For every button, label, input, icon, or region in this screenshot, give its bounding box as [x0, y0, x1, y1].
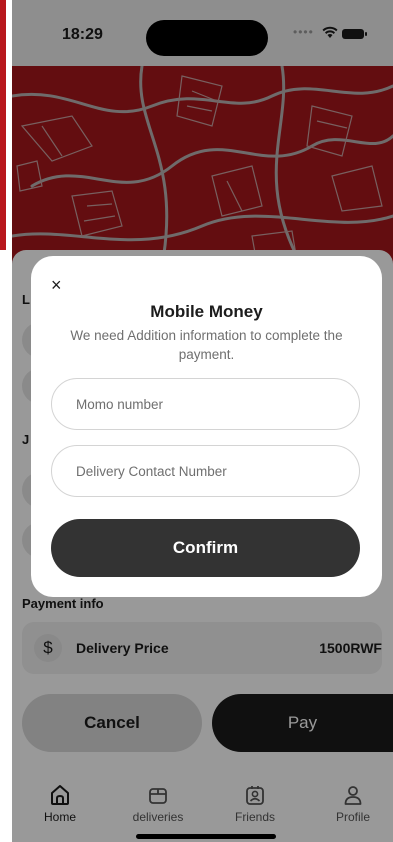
dialog-title: Mobile Money: [150, 302, 263, 321]
delivery-contact-input[interactable]: [51, 445, 360, 497]
confirm-button[interactable]: Confirm: [51, 519, 360, 577]
left-edge-strip: [0, 0, 6, 250]
dialog-subtitle: We need Addition information to complete…: [70, 328, 343, 362]
mobile-money-dialog: × Mobile Money We need Addition informat…: [31, 256, 382, 597]
phone-screen: 18:29 •••• L J Payment info $ Delivery P…: [12, 0, 393, 842]
close-icon[interactable]: ×: [51, 276, 62, 294]
momo-number-input[interactable]: [51, 378, 360, 430]
